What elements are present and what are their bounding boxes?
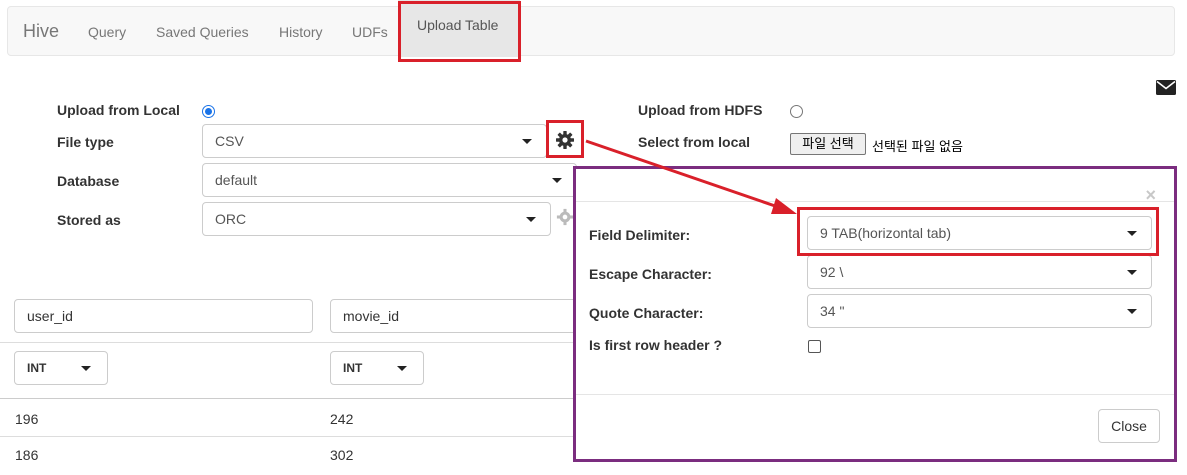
escape-character-value: 92 \: [820, 264, 844, 280]
column-type-dropdown-2[interactable]: INT: [330, 351, 424, 385]
table-cell: 196: [15, 411, 39, 427]
column-type-value: INT: [27, 361, 47, 375]
table-header-divider: [0, 398, 575, 399]
table-row-divider: [0, 436, 575, 437]
upload-local-label: Upload from Local: [57, 102, 180, 118]
file-type-select[interactable]: CSV: [202, 124, 547, 158]
file-choose-button[interactable]: 파일 선택: [790, 133, 866, 155]
brand-hive[interactable]: Hive: [23, 21, 59, 42]
database-label: Database: [57, 173, 120, 189]
highlight-gear: [546, 120, 584, 158]
nav-history[interactable]: History: [279, 24, 323, 40]
chevron-down-icon: [552, 178, 562, 183]
database-value: default: [215, 172, 258, 188]
table-cell: 242: [330, 411, 354, 427]
table-cell: 186: [15, 447, 39, 463]
gear-icon-disabled: [556, 208, 574, 226]
nav-query[interactable]: Query: [88, 24, 126, 40]
upload-hdfs-radio[interactable]: [790, 105, 803, 118]
top-navbar: Hive Query Saved Queries History UDFs: [7, 6, 1175, 56]
stored-as-select[interactable]: ORC: [202, 202, 551, 236]
file-status: 선택된 파일 없음: [872, 139, 963, 154]
column-name-value: user_id: [27, 308, 73, 324]
quote-character-select[interactable]: 34 ": [807, 294, 1152, 328]
table-cell: 302: [330, 447, 354, 463]
chevron-down-icon: [397, 366, 407, 371]
chevron-down-icon: [526, 217, 536, 222]
chevron-down-icon: [81, 366, 91, 371]
quote-character-value: 34 ": [820, 303, 845, 319]
quote-character-label: Quote Character:: [589, 305, 704, 321]
page: Hive Query Saved Queries History UDFs Up…: [0, 0, 1187, 475]
column-name-value: movie_id: [343, 308, 400, 324]
select-local-label: Select from local: [638, 134, 751, 150]
close-icon[interactable]: ×: [1145, 185, 1156, 206]
modal-header-divider: [576, 201, 1174, 202]
modal-footer-divider: [576, 394, 1174, 395]
column-name-input-2[interactable]: movie_id: [330, 299, 580, 333]
database-select[interactable]: default: [202, 163, 577, 197]
close-button[interactable]: Close: [1098, 409, 1160, 443]
escape-character-select[interactable]: 92 \: [807, 255, 1152, 289]
chevron-down-icon: [1127, 309, 1137, 314]
column-type-value: INT: [343, 361, 363, 375]
upload-local-radio[interactable]: [202, 105, 215, 118]
field-delimiter-label: Field Delimiter:: [589, 227, 691, 243]
table-divider: [0, 342, 575, 343]
highlight-field-delimiter: [797, 207, 1159, 256]
upload-hdfs-label: Upload from HDFS: [638, 102, 763, 118]
stored-as-label: Stored as: [57, 212, 121, 228]
nav-udfs[interactable]: UDFs: [352, 24, 388, 40]
escape-character-label: Escape Character:: [589, 266, 712, 282]
nav-saved-queries[interactable]: Saved Queries: [156, 24, 249, 40]
file-type-value: CSV: [215, 133, 244, 149]
column-type-dropdown-1[interactable]: INT: [14, 351, 108, 385]
highlight-upload-table: [398, 1, 521, 62]
first-row-header-checkbox[interactable]: [808, 340, 821, 353]
chevron-down-icon: [1127, 270, 1137, 275]
first-row-header-label: Is first row header ?: [589, 337, 723, 353]
chevron-down-icon: [522, 139, 532, 144]
column-name-input-1[interactable]: user_id: [14, 299, 313, 333]
file-type-label: File type: [57, 134, 114, 150]
envelope-icon[interactable]: [1156, 80, 1176, 95]
stored-as-value: ORC: [215, 211, 247, 227]
